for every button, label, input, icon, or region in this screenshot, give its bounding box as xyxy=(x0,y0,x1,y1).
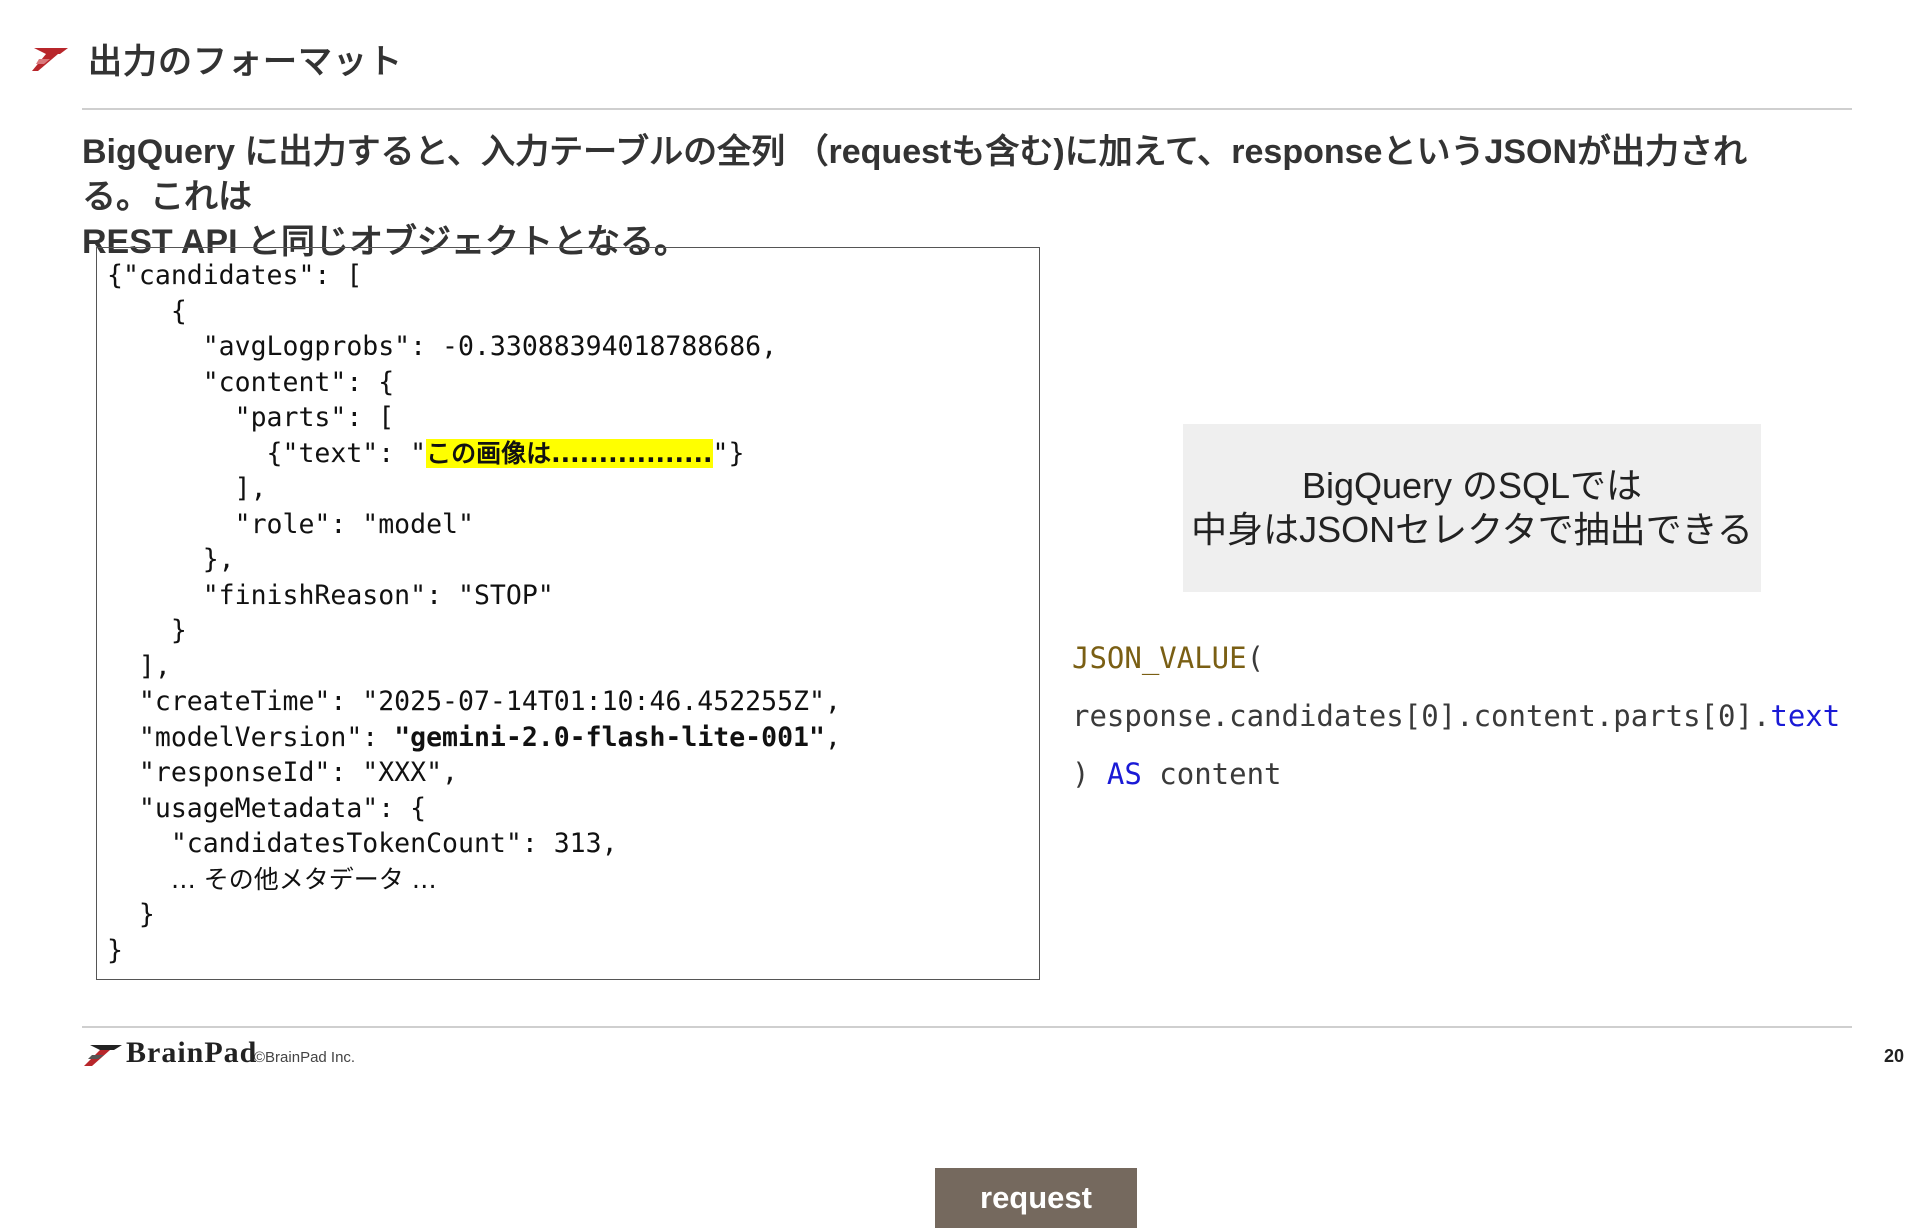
page-title: 出力のフォーマット xyxy=(88,43,403,81)
code-line: "responseId": "XXX", xyxy=(107,757,458,788)
sql-line: JSON_VALUE( xyxy=(1072,636,1840,694)
code-text: "} xyxy=(712,437,745,469)
response-json-box: {"candidates": [ { "avgLogprobs": -0.330… xyxy=(96,247,1137,1228)
code-text: "modelVersion": xyxy=(107,721,395,753)
code-line: { xyxy=(107,295,187,327)
brand-logo-icon xyxy=(84,1045,122,1066)
code-line: "createTime": "2025-07-14T01:10:46.45225… xyxy=(107,686,841,717)
footer-copyright: ©BrainPad Inc. xyxy=(254,1049,356,1066)
code-line: "finishReason": "STOP" xyxy=(107,579,554,611)
request-tag: request xyxy=(935,1168,1137,1228)
code-line: ], xyxy=(107,473,267,504)
sql-line: response.candidates[0].content.parts[0].… xyxy=(1072,694,1840,752)
code-line: "role": "model" xyxy=(107,508,474,540)
sql-code-block: JSON_VALUE( response.candidates[0].conte… xyxy=(1072,636,1840,810)
lead-paragraph: BigQuery に出力すると、入力テーブルの全列 （requestも含む)に加… xyxy=(82,130,1782,265)
code-line: "avgLogprobs": -0.33088394018788686, xyxy=(107,331,778,362)
sql-keyword: AS xyxy=(1106,757,1142,791)
sql-function: JSON_VALUE xyxy=(1072,641,1247,675)
model-version-value: "gemini-2.0-flash-lite-001" xyxy=(394,721,825,753)
code-line: "candidatesTokenCount": 313, xyxy=(107,828,618,859)
code-text: {"text": " xyxy=(107,437,427,469)
code-line: } xyxy=(107,934,123,966)
header-divider xyxy=(82,108,1852,110)
code-line: } xyxy=(107,899,155,930)
sql-line: ) AS content xyxy=(1072,752,1840,810)
footer-divider xyxy=(82,1026,1852,1028)
code-line: "parts": [ xyxy=(107,402,395,433)
callout-line-2: 中身はJSONセレクタで抽出できる xyxy=(1191,509,1753,550)
code-line: … その他メタデータ … xyxy=(107,862,841,898)
highlighted-text: この画像は................. xyxy=(426,438,713,468)
sql-keyword: text xyxy=(1770,699,1841,733)
sql-text: response.candidates[0].content.parts[0]. xyxy=(1072,699,1771,733)
code-line: "usageMetadata": { xyxy=(107,792,427,824)
code-line: } xyxy=(107,615,187,646)
callout-line-1: BigQuery のSQLでは xyxy=(1301,465,1643,506)
code-text: , xyxy=(824,721,841,753)
code-line: }, xyxy=(107,544,235,575)
sql-text: ( xyxy=(1246,641,1265,675)
code-line: {"text": "この画像は................."} xyxy=(107,436,841,472)
page-number: 20 xyxy=(1883,1046,1904,1066)
json-code-block: {"candidates": [ { "avgLogprobs": -0.330… xyxy=(107,258,841,968)
code-line: ], xyxy=(107,650,171,682)
sql-text: ) xyxy=(1072,757,1107,791)
footer-brand: BrainPad xyxy=(126,1036,258,1069)
sql-callout-box: BigQuery のSQLでは 中身はJSONセレクタで抽出できる xyxy=(1183,424,1761,592)
lead-line-1: BigQuery に出力すると、入力テーブルの全列 （requestも含む)に加… xyxy=(82,133,1748,216)
metadata-ellipsis: … その他メタデータ … xyxy=(170,864,437,894)
brand-logo-icon xyxy=(32,48,68,71)
code-line: "modelVersion": "gemini-2.0-flash-lite-0… xyxy=(107,720,841,756)
code-line: "content": { xyxy=(107,366,395,398)
code-line: {"candidates": [ xyxy=(107,260,363,291)
sql-text: content xyxy=(1141,757,1282,791)
